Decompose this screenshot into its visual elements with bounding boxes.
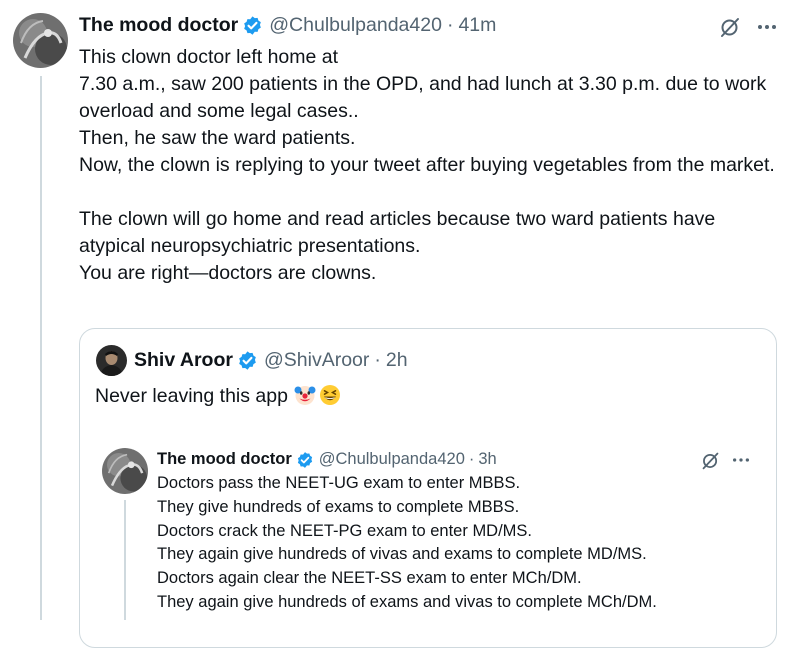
grok-icon[interactable] [699, 449, 721, 471]
more-icon[interactable] [730, 449, 752, 471]
verified-badge-icon [242, 15, 263, 36]
main-post-header: The mood doctor @Chulbulpanda420 · 41m [79, 13, 496, 37]
verified-badge-icon [296, 451, 314, 469]
grok-icon[interactable] [717, 14, 743, 40]
author-name[interactable]: Shiv Aroor [134, 349, 233, 372]
grinning-squinting-face-emoji [319, 384, 341, 406]
post-text: This clown doctor left home at 7.30 a.m.… [79, 46, 775, 284]
quoted-avatar[interactable] [96, 345, 127, 376]
nested-post-header: The mood doctor @Chulbulpanda420 · 3h [157, 449, 497, 470]
quoted-post-header: Shiv Aroor @ShivAroor · 2h [134, 348, 408, 372]
post-timestamp[interactable]: 41m [458, 14, 496, 37]
author-name[interactable]: The mood doctor [157, 450, 292, 469]
quoted-post-text: Never leaving this app [95, 383, 341, 410]
verified-badge-icon [237, 350, 258, 371]
author-handle[interactable]: @ShivAroor [264, 349, 369, 372]
author-handle[interactable]: @Chulbulpanda420 [319, 450, 465, 469]
author-handle[interactable]: @Chulbulpanda420 [269, 14, 442, 37]
thread-line [40, 76, 42, 620]
post-timestamp[interactable]: 3h [478, 450, 496, 469]
main-avatar[interactable] [13, 13, 68, 68]
quoted-text-content: Never leaving this app [95, 385, 288, 407]
separator-dot: · [468, 450, 475, 468]
separator-dot: · [374, 348, 381, 371]
avatar-image [96, 345, 127, 376]
more-icon[interactable] [754, 14, 780, 40]
separator-dot: · [446, 13, 454, 36]
author-name[interactable]: The mood doctor [79, 14, 238, 37]
post-timestamp[interactable]: 2h [386, 349, 408, 372]
avatar-image [13, 13, 68, 68]
clown-face-emoji [294, 384, 316, 406]
nested-avatar[interactable] [102, 448, 148, 494]
nested-post-text: Doctors pass the NEET-UG exam to enter M… [157, 474, 657, 611]
nested-thread-line [124, 500, 126, 620]
avatar-image [102, 448, 148, 494]
